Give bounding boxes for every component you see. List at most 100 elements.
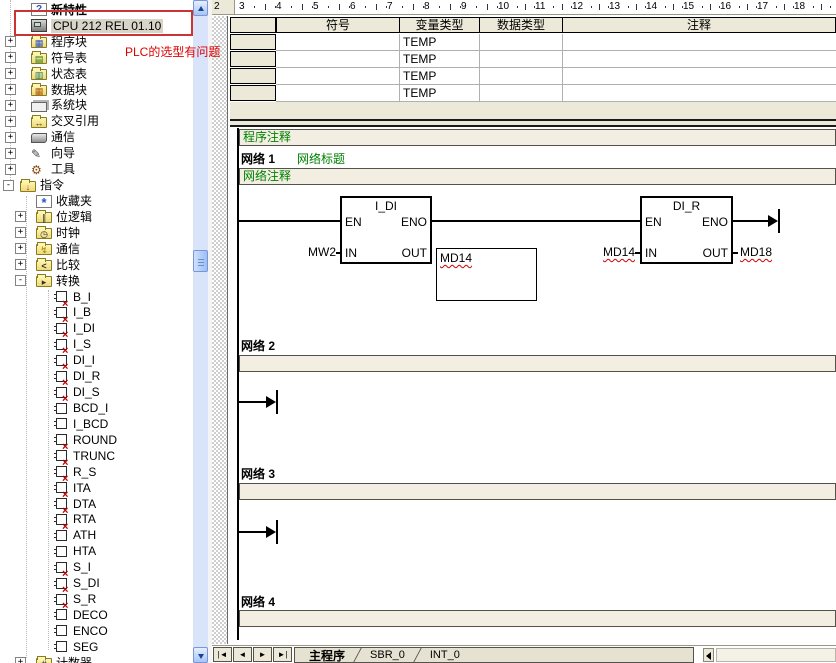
operand-md14-out[interactable]: MD14	[440, 251, 472, 265]
tree-expand-toggle[interactable]: +	[15, 657, 26, 663]
tree-scrollbar[interactable]	[193, 0, 208, 663]
tree-item[interactable]: + 系统块	[0, 98, 193, 114]
tree-expand-toggle[interactable]: +	[15, 243, 26, 254]
tree-item[interactable]: + 通信	[0, 129, 193, 145]
tree-item[interactable]: R_S	[0, 464, 193, 480]
tree-item[interactable]: DTA	[0, 496, 193, 512]
symbol-cell[interactable]	[276, 68, 400, 85]
tree-item[interactable]: ATH	[0, 527, 193, 543]
var-type-cell[interactable]: TEMP	[400, 68, 480, 85]
network-number[interactable]: 网络 3	[241, 465, 275, 482]
next-tab-button[interactable]: ►	[253, 647, 272, 662]
tree-item[interactable]: SEG	[0, 639, 193, 655]
network-1-comment-strip[interactable]: 网络注释	[239, 168, 836, 185]
var-type-cell[interactable]: TEMP	[400, 51, 480, 68]
tree-item[interactable]: + 比较	[0, 257, 193, 273]
tree-item[interactable]: + 计数器	[0, 655, 193, 663]
network-number[interactable]: 网络 2	[241, 337, 275, 354]
tree-item[interactable]: I_S	[0, 336, 193, 352]
scroll-up-icon[interactable]	[193, 0, 208, 16]
prev-tab-button[interactable]: ◄	[233, 647, 252, 662]
operand-md14-in[interactable]: MD14	[602, 246, 635, 259]
tree-expand-toggle[interactable]: +	[5, 164, 16, 175]
tree-item[interactable]: + 位逻辑	[0, 209, 193, 225]
tree-expand-toggle[interactable]: +	[15, 227, 26, 238]
tree-item[interactable]: CPU 212 REL 01.10	[0, 18, 193, 34]
var-table-row-header[interactable]	[230, 34, 276, 50]
symbol-cell[interactable]	[276, 34, 400, 51]
tree-item[interactable]: + 时钟	[0, 225, 193, 241]
tree-item[interactable]: DI_S	[0, 384, 193, 400]
var-table-row-header[interactable]	[230, 68, 276, 84]
operand-mw2[interactable]: MW2	[302, 246, 336, 259]
var-table-row-header[interactable]	[230, 51, 276, 67]
tree-expand-toggle[interactable]: +	[5, 116, 16, 127]
tree-item[interactable]: 收藏夹	[0, 193, 193, 209]
tree-expand-toggle[interactable]: +	[5, 52, 16, 63]
tree-expand-toggle[interactable]: +	[5, 36, 16, 47]
tree-item[interactable]: I_BCD	[0, 416, 193, 432]
tree-item[interactable]: RTA	[0, 512, 193, 528]
comment-cell[interactable]	[563, 34, 836, 51]
tab-main-program[interactable]: 主程序	[305, 647, 349, 663]
tree-item[interactable]: ITA	[0, 480, 193, 496]
data-type-cell[interactable]	[480, 51, 563, 68]
symbol-cell[interactable]	[276, 51, 400, 68]
tree-item[interactable]: DI_R	[0, 368, 193, 384]
var-table-column-header[interactable]: 注释	[562, 17, 836, 33]
tree-expand-toggle[interactable]: +	[5, 100, 16, 111]
var-type-cell[interactable]: TEMP	[400, 85, 480, 102]
tree-item[interactable]: I_B	[0, 305, 193, 321]
network-4-comment-strip[interactable]	[239, 610, 836, 627]
var-type-cell[interactable]: TEMP	[400, 34, 480, 51]
tree-item[interactable]: S_DI	[0, 575, 193, 591]
tree-item[interactable]: DI_I	[0, 352, 193, 368]
program-comment-strip[interactable]: 程序注释	[239, 129, 836, 146]
var-table-column-header[interactable]: 变量类型	[399, 17, 480, 33]
tab-sbr0[interactable]: SBR_0	[366, 649, 409, 661]
network-number[interactable]: 网络 1	[241, 150, 275, 167]
tree-item[interactable]: - 转换	[0, 273, 193, 289]
comment-cell[interactable]	[563, 51, 836, 68]
tree-item[interactable]: TRUNC	[0, 448, 193, 464]
tree-item[interactable]: + 向导	[0, 145, 193, 161]
first-tab-button[interactable]: |◄	[213, 647, 232, 662]
tree-item[interactable]: ROUND	[0, 432, 193, 448]
tree-item[interactable]: S_I	[0, 559, 193, 575]
tree-item[interactable]: + 工具	[0, 161, 193, 177]
tree-expand-toggle[interactable]: +	[5, 68, 16, 79]
data-type-cell[interactable]	[480, 85, 563, 102]
tree-item[interactable]: + 通信	[0, 241, 193, 257]
horizontal-scrollbar[interactable]	[716, 648, 836, 662]
network-number[interactable]: 网络 4	[241, 593, 275, 610]
tree-item[interactable]: ENCO	[0, 623, 193, 639]
var-table-column-header[interactable]: 符号	[276, 17, 400, 33]
tree-expand-toggle[interactable]: -	[3, 180, 14, 191]
scrollbar-thumb[interactable]	[193, 250, 208, 272]
comment-cell[interactable]	[563, 68, 836, 85]
tree-item[interactable]: HTA	[0, 543, 193, 559]
tree-expand-toggle[interactable]: +	[5, 132, 16, 143]
network-2-comment-strip[interactable]	[239, 355, 836, 372]
tree-item[interactable]: + 数据块	[0, 82, 193, 98]
tree-item[interactable]: 新特性	[0, 2, 193, 18]
tree-expand-toggle[interactable]: +	[5, 84, 16, 95]
tree-item[interactable]: + 状态表	[0, 66, 193, 82]
scroll-down-icon[interactable]	[193, 647, 208, 663]
network-title[interactable]: 网络标题	[297, 150, 345, 167]
idi-function-box[interactable]: I_DI EN ENO IN OUT	[340, 196, 432, 264]
dir-function-box[interactable]: DI_R EN ENO IN OUT	[640, 196, 733, 264]
symbol-cell[interactable]	[276, 85, 400, 102]
operand-md18[interactable]: MD18	[740, 246, 772, 259]
data-type-cell[interactable]	[480, 68, 563, 85]
tree-item[interactable]: + 交叉引用	[0, 113, 193, 129]
tree-expand-toggle[interactable]: +	[5, 148, 16, 159]
tree-item[interactable]: DECO	[0, 607, 193, 623]
tree-expand-toggle[interactable]: +	[15, 211, 26, 222]
tree-item[interactable]: B_I	[0, 289, 193, 305]
tree-item[interactable]: S_R	[0, 591, 193, 607]
hscroll-left-icon[interactable]	[703, 648, 714, 662]
var-table-row-header[interactable]	[230, 85, 276, 101]
tab-int0[interactable]: INT_0	[426, 649, 464, 661]
var-table-column-header[interactable]: 数据类型	[479, 17, 563, 33]
